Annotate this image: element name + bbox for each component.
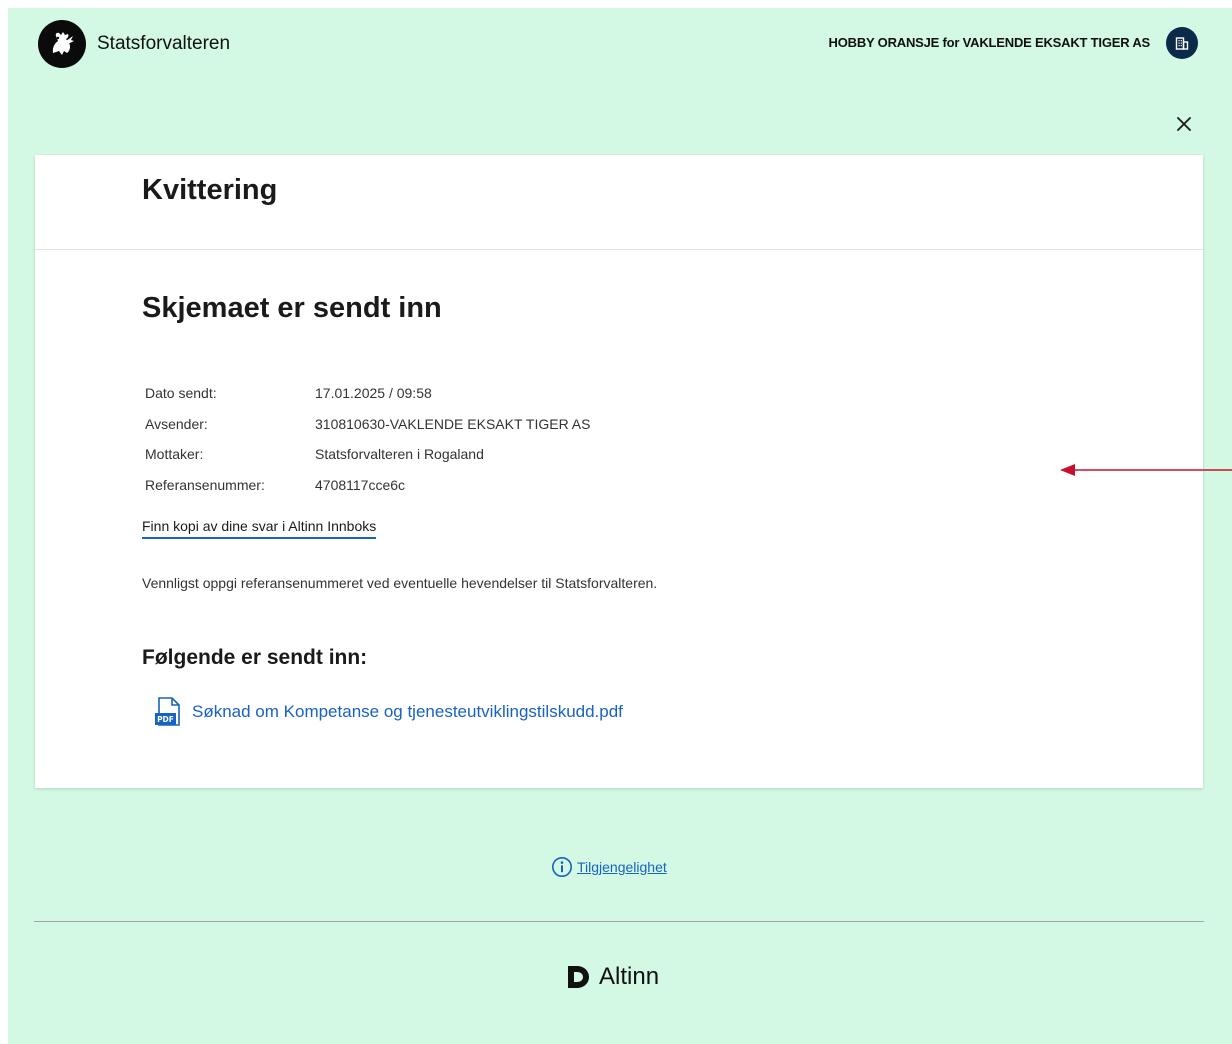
inbox-copy-link[interactable]: Finn kopi av dine svar i Altinn Innboks <box>142 518 377 539</box>
detail-row: Mottaker: Statsforvalteren i Rogaland <box>145 439 590 470</box>
header: Statsforvalteren HOBBY ORANSJE for VAKLE… <box>8 8 1232 80</box>
page-title: Kvittering <box>142 174 278 206</box>
submitted-heading: Skjemaet er sendt inn <box>142 292 442 324</box>
accessibility-link[interactable]: Tilgjengelighet <box>551 856 667 878</box>
receipt-card: Kvittering Skjemaet er sendt inn Dato se… <box>35 155 1203 788</box>
detail-value: 310810630-VAKLENDE EKSAKT TIGER AS <box>315 415 591 432</box>
footer-divider <box>34 921 1204 922</box>
building-icon[interactable] <box>1166 27 1198 59</box>
detail-row: Avsender: 310810630-VAKLENDE EKSAKT TIGE… <box>145 409 590 440</box>
pdf-file-icon: PDF <box>155 697 180 726</box>
card-header: Kvittering <box>35 155 1203 250</box>
altinn-logo: Altinn <box>565 963 659 991</box>
page: Statsforvalteren HOBBY ORANSJE for VAKLE… <box>8 8 1232 1044</box>
annotation-arrow <box>1060 464 1232 476</box>
detail-label: Mottaker: <box>145 446 204 463</box>
detail-value: 17.01.2025 / 09:58 <box>315 385 432 402</box>
selected-party-name[interactable]: HOBBY ORANSJE for VAKLENDE EKSAKT TIGER … <box>829 35 1151 50</box>
detail-row: Dato sendt: 17.01.2025 / 09:58 <box>145 378 590 409</box>
altinn-logo-icon <box>568 966 589 988</box>
detail-value: 4708117cce6c <box>315 476 406 493</box>
attachment-name: Søknad om Kompetanse og tjenesteutviklin… <box>192 702 623 721</box>
reference-note: Vennligst oppgi referansenummeret ved ev… <box>142 575 658 591</box>
pdf-icon-label: PDF <box>157 715 174 724</box>
detail-label: Referansenummer: <box>145 476 265 493</box>
coat-of-arms-icon[interactable] <box>38 20 86 68</box>
detail-value: Statsforvalteren i Rogaland <box>315 446 484 463</box>
detail-label: Avsender: <box>145 415 208 432</box>
info-icon <box>552 857 572 877</box>
sent-items-heading: Følgende er sendt inn: <box>142 646 368 669</box>
receipt-details: Dato sendt: 17.01.2025 / 09:58 Avsender:… <box>145 378 590 500</box>
detail-label: Dato sendt: <box>145 385 217 402</box>
accessibility-label: Tilgjengelighet <box>577 859 667 875</box>
altinn-wordmark: Altinn <box>599 963 660 990</box>
close-icon[interactable] <box>1174 114 1194 134</box>
detail-row: Referansenummer: 4708117cce6c <box>145 470 590 501</box>
attachment-link[interactable]: PDF Søknad om Kompetanse og tjenesteutvi… <box>152 696 623 728</box>
brand-name: Statsforvalteren <box>97 33 231 54</box>
